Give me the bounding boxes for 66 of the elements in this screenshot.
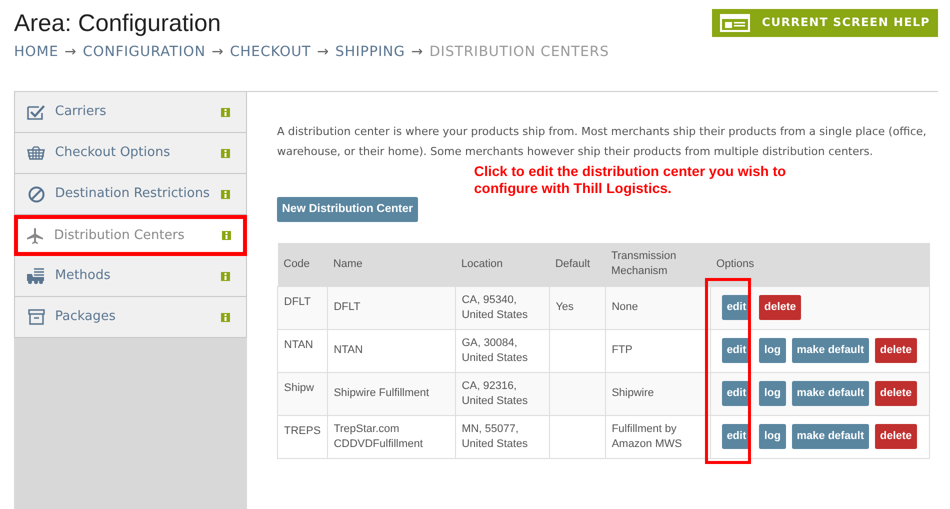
check-icon: [27, 104, 45, 120]
truck-icon: [27, 268, 45, 284]
breadcrumb-current: DISTRIBUTION CENTERS: [429, 43, 610, 62]
column-header: Transmission Mechanism: [605, 243, 710, 286]
option-button[interactable]: delete: [759, 295, 802, 320]
table-cell: None: [605, 286, 710, 330]
column-header: Location: [455, 243, 550, 286]
option-button[interactable]: delete: [875, 424, 917, 450]
airplane-icon: [26, 228, 44, 244]
breadcrumb-link[interactable]: CHECKOUT: [230, 42, 311, 63]
column-header: Options: [710, 243, 930, 286]
annotation-text: Click to edit the distribution center you wish to configure with Thill Logistics.: [474, 163, 787, 197]
breadcrumb-separator: →: [411, 43, 424, 62]
option-button[interactable]: delete: [875, 381, 917, 406]
table-cell: MN, 55077, United States: [455, 415, 550, 458]
info-icon[interactable]: [221, 190, 230, 198]
option-button[interactable]: log: [759, 424, 786, 450]
table-cell: Yes: [549, 286, 606, 330]
info-icon[interactable]: [221, 272, 230, 280]
table-cell: CA, 92316, United States: [455, 372, 550, 416]
help-button[interactable]: CURRENT SCREEN HELP: [712, 9, 938, 37]
option-button[interactable]: make default: [792, 338, 869, 364]
info-icon[interactable]: [222, 231, 231, 240]
table-cell: CA, 95340, United States: [455, 286, 550, 330]
sidebar-item[interactable]: Distribution Centers: [14, 215, 247, 256]
table-cell: Shipwire: [605, 372, 710, 416]
sidebar-item[interactable]: Destination Restrictions: [14, 174, 247, 215]
page-title: Area: Configuration: [14, 9, 222, 39]
basket-icon: [27, 146, 45, 160]
table-cell: FTP: [605, 329, 710, 372]
prohibited-icon: [27, 186, 45, 202]
table-cell: Shipwire Fulfillment: [327, 372, 456, 416]
table-cell: Fulfillment by Amazon MWS: [605, 415, 710, 458]
table-cell: GA, 30084, United States: [455, 329, 550, 372]
info-icon[interactable]: [221, 148, 230, 158]
breadcrumb-link[interactable]: SHIPPING: [335, 42, 406, 63]
sidebar-item[interactable]: Packages: [14, 297, 247, 338]
table-cell: DFLT: [327, 286, 456, 330]
sidebar-item[interactable]: Methods: [14, 256, 247, 297]
table-cell: DFLT: [278, 286, 328, 330]
table-cell: TREPS: [278, 415, 328, 458]
table-cell: NTAN: [327, 329, 456, 372]
option-button[interactable]: make default: [792, 424, 869, 450]
option-button[interactable]: log: [759, 381, 786, 406]
table-cell: TrepStar.com CDDVDFulfillment: [327, 415, 456, 458]
option-button[interactable]: make default: [792, 381, 869, 406]
info-icon[interactable]: [221, 108, 230, 116]
breadcrumb-link[interactable]: HOME: [14, 42, 58, 63]
intro-text: A distribution center is where your products ship from. Most merchants ship their products from a single place (office, warehouse, or their home). Some merchants however ship their products from multiple distribution centers.: [277, 124, 927, 160]
column-header: Name: [327, 243, 456, 286]
breadcrumb-separator: →: [212, 43, 224, 62]
box-icon: [27, 309, 45, 325]
sidebar-item[interactable]: Checkout Options: [14, 133, 247, 174]
breadcrumb-link[interactable]: CONFIGURATION: [82, 42, 206, 63]
table-cell: Shipw: [278, 372, 328, 416]
table-cell: NTAN: [278, 329, 328, 372]
breadcrumb-separator: →: [64, 43, 77, 62]
column-header: Default: [549, 243, 606, 286]
window-icon: [720, 14, 750, 32]
option-button[interactable]: delete: [875, 338, 917, 364]
info-icon[interactable]: [221, 312, 230, 322]
column-header: Code: [278, 243, 328, 286]
option-button[interactable]: log: [759, 338, 786, 364]
sidebar-item[interactable]: Carriers: [14, 92, 247, 133]
new-distribution-center-button[interactable]: New Distribution Center: [277, 197, 418, 222]
breadcrumb-separator: →: [317, 43, 330, 62]
